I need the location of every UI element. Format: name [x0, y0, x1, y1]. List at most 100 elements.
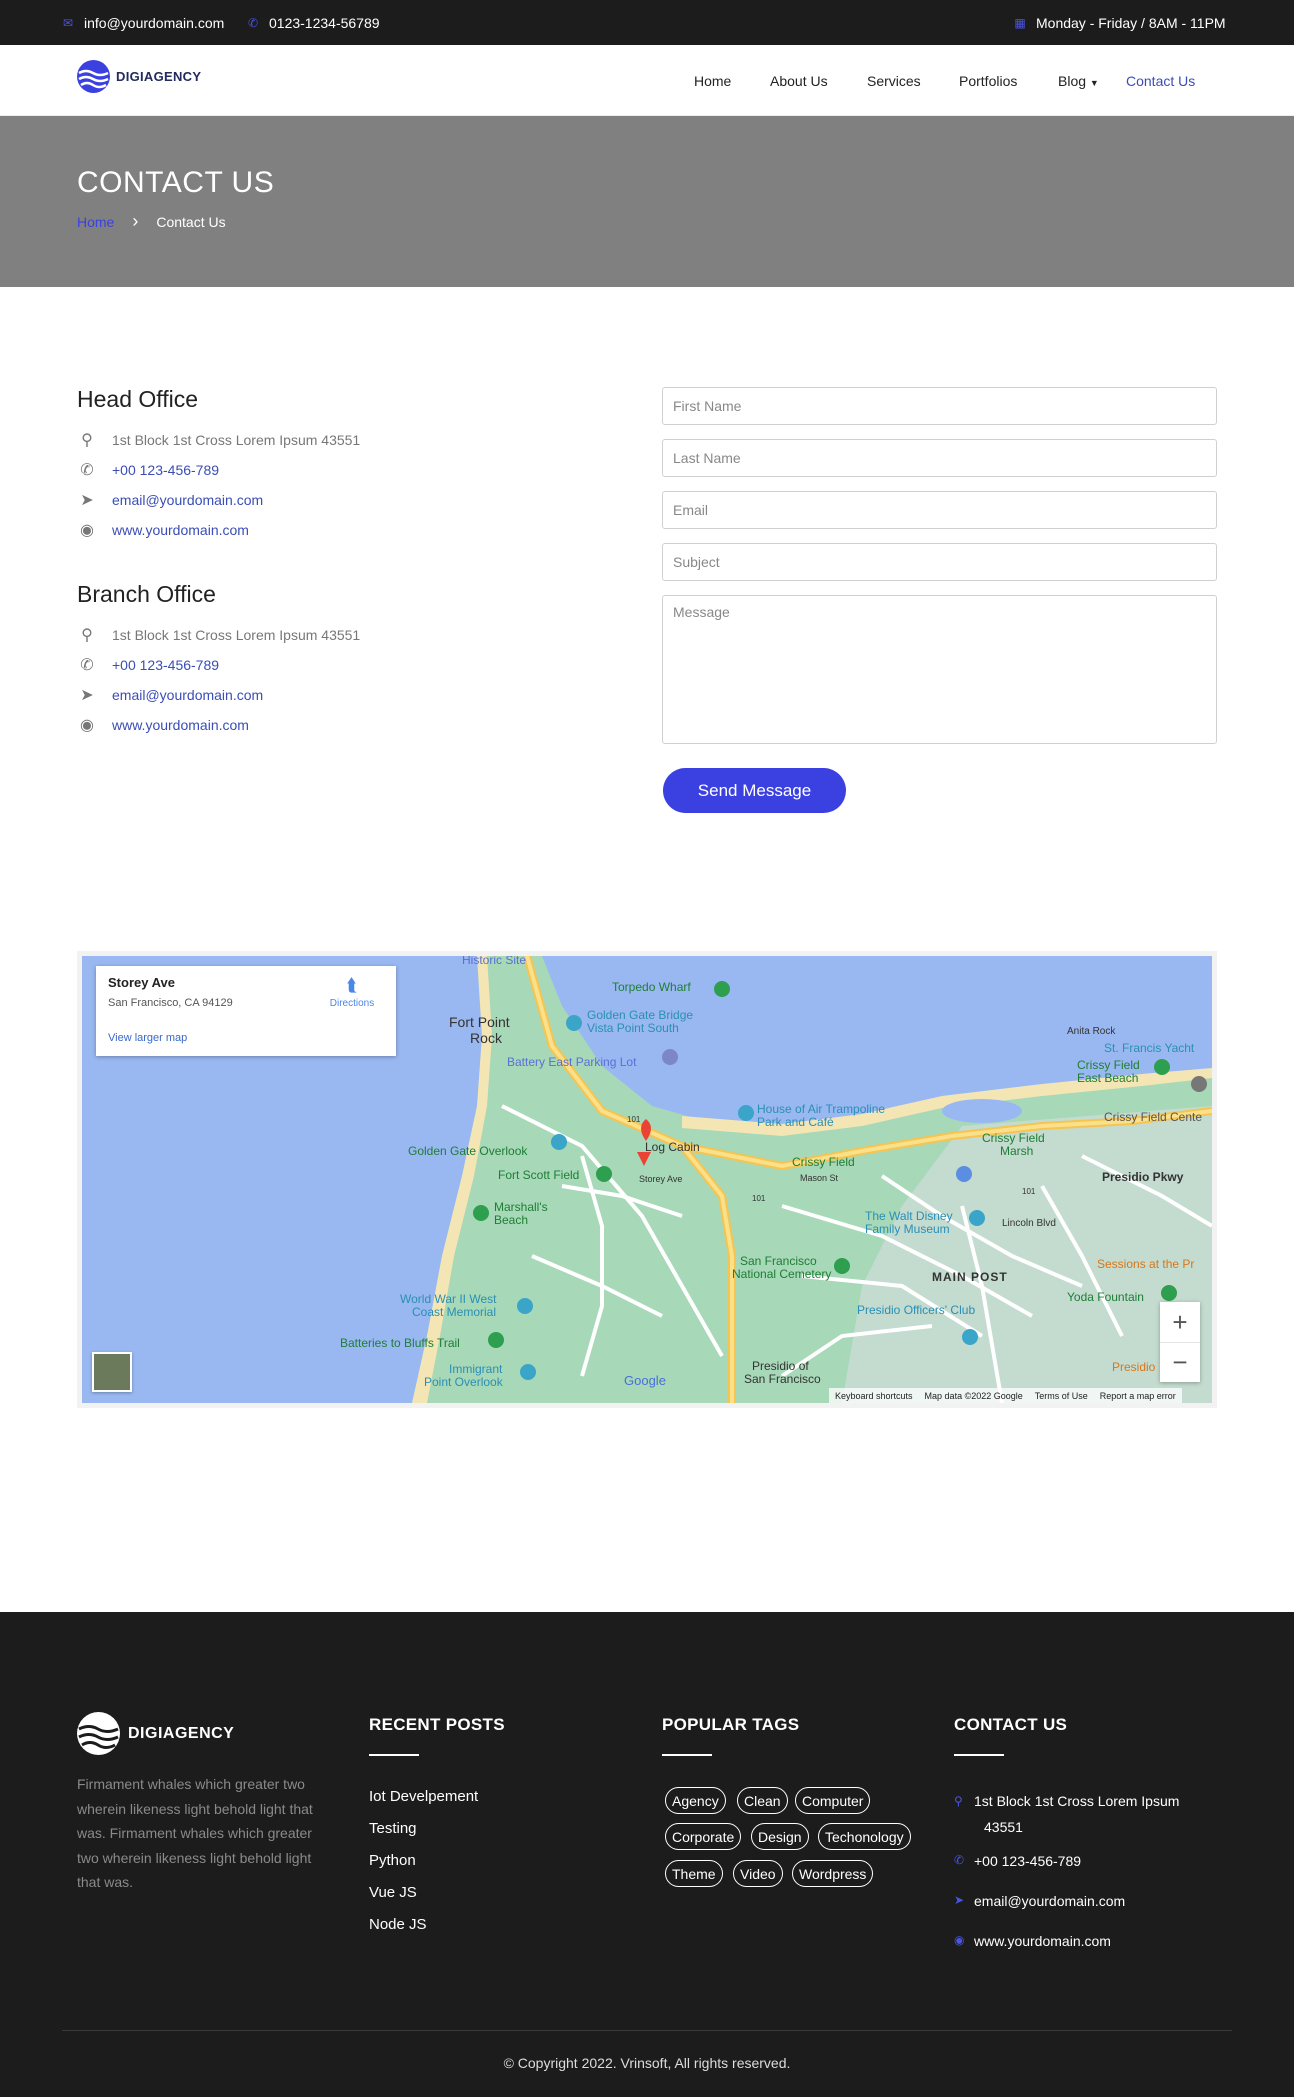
topbar-hours: ▦ Monday - Friday / 8AM - 11PM [1014, 0, 1225, 45]
tag-agency[interactable]: Agency [665, 1787, 726, 1814]
map-poi-overlook-icon[interactable] [551, 1134, 567, 1150]
map-label-fort-point: Fort Point [449, 1014, 510, 1030]
directions-icon: ⮬ [346, 975, 358, 995]
subject-placeholder: Subject [673, 554, 720, 570]
map-poi-officers-icon[interactable] [962, 1329, 978, 1345]
map-label-crissy-east-2: East Beach [1077, 1071, 1138, 1085]
head-office-web-text: www.yourdomain.com [112, 522, 249, 538]
map-poi-wharf-icon[interactable] [714, 981, 730, 997]
recent-post-item[interactable]: Python [369, 1852, 416, 1869]
recent-post-item[interactable]: Node JS [369, 1916, 427, 1933]
footer-contact-phone[interactable]: ✆ +00 123-456-789 [954, 1853, 1081, 1869]
last-name-field[interactable]: Last Name [662, 439, 1217, 477]
first-name-placeholder: First Name [673, 398, 742, 414]
nav-portfolios[interactable]: Portfolios [959, 73, 1017, 89]
map-label-storey-ave: Storey Ave [639, 1174, 682, 1184]
head-office-phone[interactable]: ✆ +00 123-456-789 [77, 460, 219, 480]
map-hwy-101-c: 101 [1022, 1187, 1036, 1196]
map-satellite-toggle[interactable] [92, 1352, 132, 1392]
map-keyboard-shortcuts[interactable]: Keyboard shortcuts [835, 1391, 913, 1401]
tag-theme[interactable]: Theme [665, 1860, 723, 1887]
map-label-log-cabin: Log Cabin [645, 1140, 700, 1154]
footer-contact-web[interactable]: ◉ www.yourdomain.com [954, 1933, 1111, 1949]
map-label-officers-club: Presidio Officers' Club [857, 1303, 975, 1317]
map-poi-memorial-icon[interactable] [517, 1298, 533, 1314]
map-label-ggb-2: Vista Point South [587, 1021, 679, 1035]
chevron-down-icon: ▼ [1089, 77, 1099, 88]
topbar-email[interactable]: ✉ info@yourdomain.com [62, 0, 224, 45]
map-data: Map data ©2022 Google [924, 1390, 1023, 1401]
footer-contact-email[interactable]: ➤ email@yourdomain.com [954, 1893, 1125, 1909]
breadcrumb-home[interactable]: Home [77, 214, 114, 230]
map-label-historic-site: Historic Site [462, 956, 526, 967]
map-label-battery-east: Battery East Parking Lot [507, 1055, 637, 1069]
map-poi-marsh-icon[interactable] [956, 1166, 972, 1182]
envelope-icon: ✉ [62, 15, 74, 30]
head-office-email[interactable]: ➤ email@yourdomain.com [77, 490, 263, 510]
map-hwy-101-a: 101 [627, 1115, 641, 1124]
map-label-lincoln: Lincoln Blvd [1002, 1218, 1056, 1229]
message-field[interactable]: Message [662, 595, 1217, 744]
map-poi-trampoline-icon[interactable] [738, 1105, 754, 1121]
recent-post-item[interactable]: Iot Develpement [369, 1788, 478, 1805]
first-name-field[interactable]: First Name [662, 387, 1217, 425]
tag-design[interactable]: Design [751, 1823, 809, 1850]
topbar-phone[interactable]: ✆ 0123-1234-56789 [247, 0, 380, 45]
footer-contact-phone-text: +00 123-456-789 [974, 1853, 1082, 1869]
tag-wordpress[interactable]: Wordpress [792, 1860, 874, 1887]
map-label-main-post: MAIN POST [932, 1270, 1008, 1284]
map-poi-fort-scott-icon[interactable] [596, 1166, 612, 1182]
nav-home[interactable]: Home [694, 73, 731, 89]
footer-logo[interactable]: DIGIAGENCY [77, 1712, 234, 1755]
map-terms[interactable]: Terms of Use [1035, 1391, 1088, 1401]
tag-clean[interactable]: Clean [737, 1787, 788, 1814]
map-label-fort-scott: Fort Scott Field [498, 1168, 579, 1182]
tag-computer[interactable]: Computer [795, 1787, 871, 1814]
branch-office-email[interactable]: ➤ email@yourdomain.com [77, 685, 263, 705]
map-place-address: San Francisco, CA 94129 [108, 997, 233, 1009]
branch-office-web[interactable]: ◉ www.yourdomain.com [77, 715, 249, 735]
map-poi-beach-east-icon[interactable] [1154, 1059, 1170, 1075]
map-label-anita-rock: Anita Rock [1067, 1026, 1116, 1037]
map-poi-museum-icon[interactable] [969, 1210, 985, 1226]
globe-icon: ◉ [80, 717, 94, 734]
nav-blog[interactable]: Blog ▼ [1058, 73, 1099, 89]
map-label-house-air-2: Park and Café [757, 1115, 834, 1129]
map-poi-parking-icon[interactable] [662, 1049, 678, 1065]
map-poi-immigrant-icon[interactable] [520, 1364, 536, 1380]
tag-techonology[interactable]: Techonology [818, 1823, 911, 1850]
subject-field[interactable]: Subject [662, 543, 1217, 581]
map-poi-trail-icon[interactable] [488, 1332, 504, 1348]
email-field[interactable]: Email [662, 491, 1217, 529]
map-zoom-in-button[interactable]: + [1160, 1302, 1200, 1342]
head-office-web[interactable]: ◉ www.yourdomain.com [77, 520, 249, 540]
map-zoom-out-button[interactable]: − [1160, 1342, 1200, 1382]
phone-icon: ✆ [80, 657, 94, 674]
branch-office-web-text: www.yourdomain.com [112, 717, 249, 733]
nav-services[interactable]: Services [867, 73, 921, 89]
recent-post-item[interactable]: Vue JS [369, 1884, 417, 1901]
nav-about[interactable]: About Us [770, 73, 828, 89]
map-poi-center-icon[interactable] [1191, 1076, 1207, 1092]
tag-corporate[interactable]: Corporate [665, 1823, 742, 1850]
map-report[interactable]: Report a map error [1100, 1391, 1176, 1401]
nav-contact[interactable]: Contact Us [1126, 73, 1195, 89]
recent-post-item[interactable]: Testing [369, 1820, 417, 1837]
breadcrumb: Home › Contact Us [77, 211, 226, 232]
map-directions-button[interactable]: ⮬ Directions [322, 976, 382, 1009]
footer-contact-address-line2: 43551 [984, 1819, 1023, 1835]
tag-video[interactable]: Video [733, 1860, 783, 1887]
map-label-crissy-marsh: Crissy Field [982, 1131, 1045, 1145]
map-poi-yoda-icon[interactable] [1161, 1285, 1177, 1301]
map-poi-cemetery-icon[interactable] [834, 1258, 850, 1274]
map-poi-beach-icon[interactable] [473, 1205, 489, 1221]
map-label-crissy-center: Crissy Field Cente [1104, 1110, 1202, 1124]
map-poi-vista-icon[interactable] [566, 1015, 582, 1031]
map-larger-link[interactable]: View larger map [108, 1032, 187, 1044]
footer-contact-web-text: www.yourdomain.com [974, 1933, 1111, 1949]
map-embed[interactable]: Fort Point Rock Historic Site Torpedo Wh… [77, 951, 1217, 1408]
map-label-sf-cemetery: San Francisco [740, 1254, 817, 1268]
send-message-button[interactable]: Send Message [663, 768, 846, 813]
head-office-phone-text: +00 123-456-789 [112, 462, 220, 478]
branch-office-phone[interactable]: ✆ +00 123-456-789 [77, 655, 219, 675]
